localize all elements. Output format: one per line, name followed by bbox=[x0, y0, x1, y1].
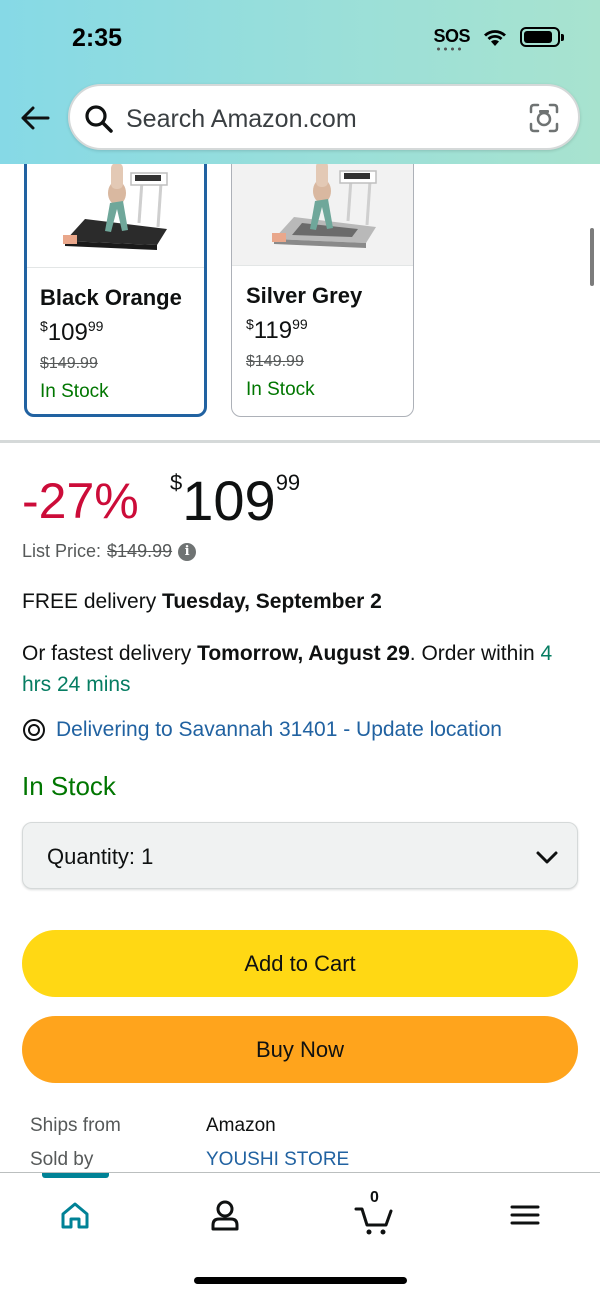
price-symbol: $ bbox=[40, 318, 48, 334]
status-icons: SOS bbox=[433, 26, 564, 51]
sos-indicator: SOS bbox=[433, 26, 470, 51]
quantity-select[interactable]: Quantity: 1 bbox=[22, 822, 578, 889]
ships-from-value: Amazon bbox=[206, 1115, 276, 1136]
fastest-delivery-label: Or fastest delivery bbox=[22, 642, 198, 665]
price-cents: 99 bbox=[275, 470, 301, 495]
free-delivery-label: FREE delivery bbox=[22, 590, 163, 613]
quantity-label-text: Quantity: bbox=[47, 844, 136, 869]
camera-lens-icon[interactable] bbox=[528, 102, 560, 134]
buy-now-button[interactable]: Buy Now bbox=[22, 1016, 578, 1083]
variant-stock: In Stock bbox=[40, 381, 109, 402]
fastest-delivery-date: Tomorrow, August 29 bbox=[197, 642, 410, 665]
variant-name: Silver Grey bbox=[246, 283, 363, 308]
search-icon bbox=[85, 105, 113, 133]
sold-by-label: Sold by bbox=[30, 1149, 94, 1170]
price-cents: 99 bbox=[87, 318, 104, 334]
quantity-label: Quantity: 1 bbox=[47, 844, 153, 870]
free-delivery-date: Tuesday, September 2 bbox=[162, 590, 382, 613]
cart-count-badge: 0 bbox=[370, 1189, 379, 1206]
variant-card-silver-grey[interactable]: Silver Grey $11999 $149.99 In Stock bbox=[231, 130, 414, 417]
variant-price: $11999 bbox=[246, 316, 308, 345]
search-placeholder: Search Amazon.com bbox=[126, 105, 357, 133]
current-price: $10999 bbox=[170, 468, 300, 533]
price-whole: 109 bbox=[182, 469, 276, 532]
info-icon[interactable]: i bbox=[178, 542, 197, 561]
sos-label: SOS bbox=[433, 26, 470, 46]
order-within-label: . Order within bbox=[409, 642, 541, 665]
price-symbol: $ bbox=[246, 316, 254, 332]
active-tab-indicator bbox=[42, 1173, 109, 1178]
menu-icon[interactable] bbox=[503, 1193, 547, 1237]
home-icon[interactable] bbox=[53, 1193, 97, 1237]
delivery-location-text[interactable]: Delivering to Savannah 31401 - Update lo… bbox=[56, 718, 502, 742]
wifi-icon bbox=[484, 29, 506, 46]
ships-from-label: Ships from bbox=[30, 1115, 121, 1136]
battery-icon bbox=[520, 26, 564, 47]
scrollbar[interactable] bbox=[590, 228, 594, 286]
list-price: List Price: $149.99 i bbox=[22, 541, 197, 562]
add-to-cart-button[interactable]: Add to Cart bbox=[22, 930, 578, 997]
availability-status: In Stock bbox=[22, 771, 116, 801]
search-input[interactable]: Search Amazon.com bbox=[68, 84, 580, 150]
price-whole: 109 bbox=[47, 319, 88, 346]
free-delivery: FREE delivery Tuesday, September 2 bbox=[22, 590, 382, 614]
variant-card-black-orange[interactable]: Black Orange $10999 $149.99 In Stock bbox=[24, 130, 207, 417]
price-cents: 99 bbox=[292, 316, 308, 332]
account-icon[interactable] bbox=[203, 1193, 247, 1237]
header: 2:35 SOS Search Amazon.com bbox=[0, 0, 600, 164]
list-price-value: $149.99 bbox=[107, 541, 173, 561]
quantity-value: 1 bbox=[141, 844, 154, 869]
section-divider bbox=[0, 440, 600, 443]
location-pin-icon bbox=[23, 719, 45, 741]
list-price-label: List Price: bbox=[22, 541, 102, 561]
sold-by-link[interactable]: YOUSHI STORE bbox=[206, 1149, 349, 1171]
signal-dots-icon bbox=[435, 47, 466, 51]
price-symbol: $ bbox=[170, 470, 183, 495]
variant-stock: In Stock bbox=[246, 379, 315, 400]
variant-name: Black Orange bbox=[40, 285, 182, 310]
chevron-down-icon bbox=[536, 851, 558, 864]
variant-list-price: $149.99 bbox=[246, 353, 304, 370]
delivery-location-link[interactable]: Delivering to Savannah 31401 - Update lo… bbox=[22, 718, 502, 742]
status-time: 2:35 bbox=[72, 24, 123, 52]
cart-nav-item[interactable]: 0 bbox=[352, 1189, 396, 1237]
home-indicator[interactable] bbox=[194, 1277, 407, 1284]
price-whole: 119 bbox=[253, 317, 293, 344]
variant-list-price: $149.99 bbox=[40, 355, 98, 372]
variant-price: $10999 bbox=[40, 318, 103, 347]
fastest-delivery: Or fastest delivery Tomorrow, August 29.… bbox=[22, 638, 562, 700]
discount-percent: -27% bbox=[22, 473, 139, 529]
back-arrow-icon[interactable] bbox=[14, 100, 54, 140]
